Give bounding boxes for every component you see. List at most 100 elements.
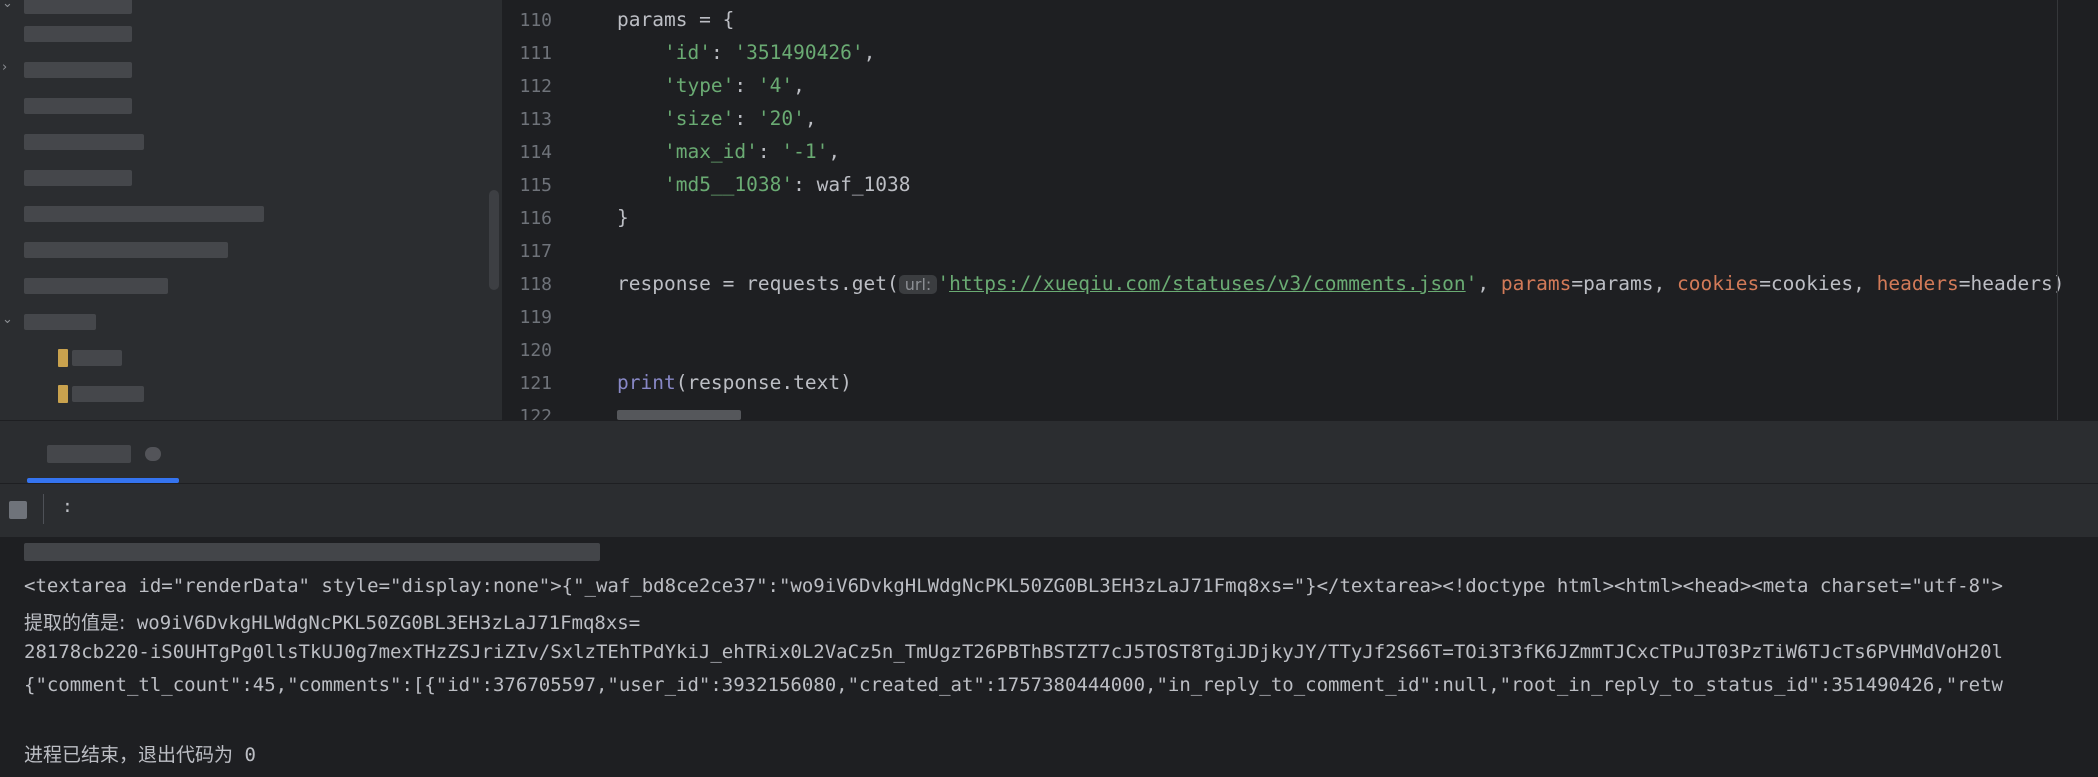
dict-comma: , [793,74,805,97]
tree-item[interactable] [0,274,300,296]
redacted-label [24,62,132,78]
code-line-115[interactable]: 'md5__1038': waf_1038 [617,173,911,196]
kwarg-value: =params, [1571,272,1677,295]
line-number: 115 [519,175,552,196]
url-quote-open: ' [937,272,950,295]
more-options-button[interactable]: : [62,496,73,517]
code-line-116[interactable]: } [617,206,629,229]
tree-item[interactable] [0,130,300,152]
redacted-command-line [24,543,600,561]
dict-colon: : [734,107,758,130]
console-line: {"comment_tl_count":45,"comments":[{"id"… [24,674,2003,696]
console-label: 提取的值是: [24,612,126,634]
dict-value: '351490426' [734,41,864,64]
code-line-114[interactable]: 'max_id': '-1', [617,140,840,163]
line-number: 121 [519,373,552,394]
tree-item[interactable] [0,94,300,116]
line-number: 110 [519,10,552,31]
python-file-icon [58,349,68,367]
line-number: 120 [519,340,552,361]
dict-key: 'id' [663,41,711,64]
stop-icon[interactable] [9,501,27,519]
python-file-icon [58,385,68,403]
redacted-label [24,26,132,42]
line-number: 113 [519,109,552,130]
dict-value: '-1' [781,140,829,163]
kwarg-name: cookies [1677,272,1760,295]
tree-item[interactable]: ⌄ [0,0,300,16]
request-call: response = requests.get( [617,272,899,295]
kwarg-name: headers [1876,272,1959,295]
redacted-label [24,242,228,258]
code-line-121[interactable]: print(response.text) [617,371,852,394]
console-line: 28178cb220-iS0UHTgPg0llsTkUJ0g7mexTHzZSJ… [24,641,2003,663]
tree-item[interactable] [0,238,300,260]
tree-scrollbar[interactable] [489,190,499,290]
redacted-label [24,314,96,330]
redacted-label [72,350,122,366]
line-number: 111 [519,43,552,64]
tree-item[interactable] [0,22,300,44]
tree-item[interactable] [0,346,300,368]
line-number: 118 [519,274,552,295]
line-number: 116 [519,208,552,229]
dict-colon: : [734,74,758,97]
url-quote-close: ' [1465,272,1478,295]
code-line-113[interactable]: 'size': '20', [617,107,817,130]
dict-key: 'max_id' [663,140,758,163]
tree-item[interactable]: › [0,58,300,80]
line-number: 119 [519,307,552,328]
tree-item[interactable]: ⌄ [0,310,300,332]
console-output[interactable]: <textarea id="renderData" style="display… [0,537,2098,777]
url-link[interactable]: https://xueqiu.com/statuses/v3/comments.… [949,272,1466,295]
line-number: 117 [519,241,552,262]
code-editor[interactable]: 110 111 112 113 114 115 116 117 118 119 120 121 122 … [502,0,2098,420]
console-line: <textarea id="renderData" style="display… [24,575,2003,597]
redacted-label [72,386,144,402]
redacted-label [24,98,132,114]
editor-horizontal-scrollbar[interactable] [617,410,741,420]
code-line-118[interactable]: response = requests.get(url:'https://xue… [617,272,2064,295]
right-margin-guide [2057,0,2058,420]
run-toolbar: : [0,483,2098,538]
tree-item[interactable] [0,382,300,404]
line-number: 114 [519,142,552,163]
run-tab[interactable] [27,421,179,483]
dict-colon: : [757,140,782,163]
dict-comma: , [828,140,841,163]
parameter-hint: url: [898,275,938,294]
dict-colon: : [793,173,817,196]
process-exit-line: 进程已结束，退出代码为 0 [24,740,256,767]
toolbar-divider [43,494,44,524]
chevron-down-icon[interactable]: ⌄ [2,312,13,327]
tree-item[interactable] [0,166,300,188]
redacted-label [24,206,264,222]
call-args: (response.text) [675,371,852,394]
tab-close-icon[interactable] [145,447,161,461]
line-number: 112 [519,76,552,97]
exit-message: 进程已结束，退出代码为 [24,744,234,766]
redacted-label [24,278,168,294]
line-number: 122 [519,406,552,420]
redacted-label [24,0,132,14]
exit-code: 0 [233,744,256,766]
dict-value: '4' [757,74,794,97]
code-line-112[interactable]: 'type': '4', [617,74,805,97]
chevron-down-icon[interactable]: ⌄ [2,0,13,11]
dict-key: 'size' [663,107,735,130]
kwarg-value: =headers) [1958,272,2065,295]
redacted-label [24,134,144,150]
project-tree[interactable]: ⌄ › ⌄ [0,0,502,420]
dict-value: waf_1038 [816,173,911,196]
arg-separator: , [1477,272,1501,295]
tree-item[interactable] [0,202,300,224]
redacted-tab-label [47,445,131,463]
dict-key: 'md5__1038' [663,173,794,196]
code-line-110[interactable]: params = { [617,8,734,31]
redacted-label [24,170,132,186]
code-line-111[interactable]: 'id': '351490426', [617,41,875,64]
dict-comma: , [804,107,817,130]
chevron-right-icon[interactable]: › [2,60,7,75]
console-line: 提取的值是: wo9iV6DvkgHLWdgNcPKL50ZG0BL3EH3zL… [24,608,640,635]
console-value: wo9iV6DvkgHLWdgNcPKL50ZG0BL3EH3zLaJ71Fmq… [125,612,641,634]
